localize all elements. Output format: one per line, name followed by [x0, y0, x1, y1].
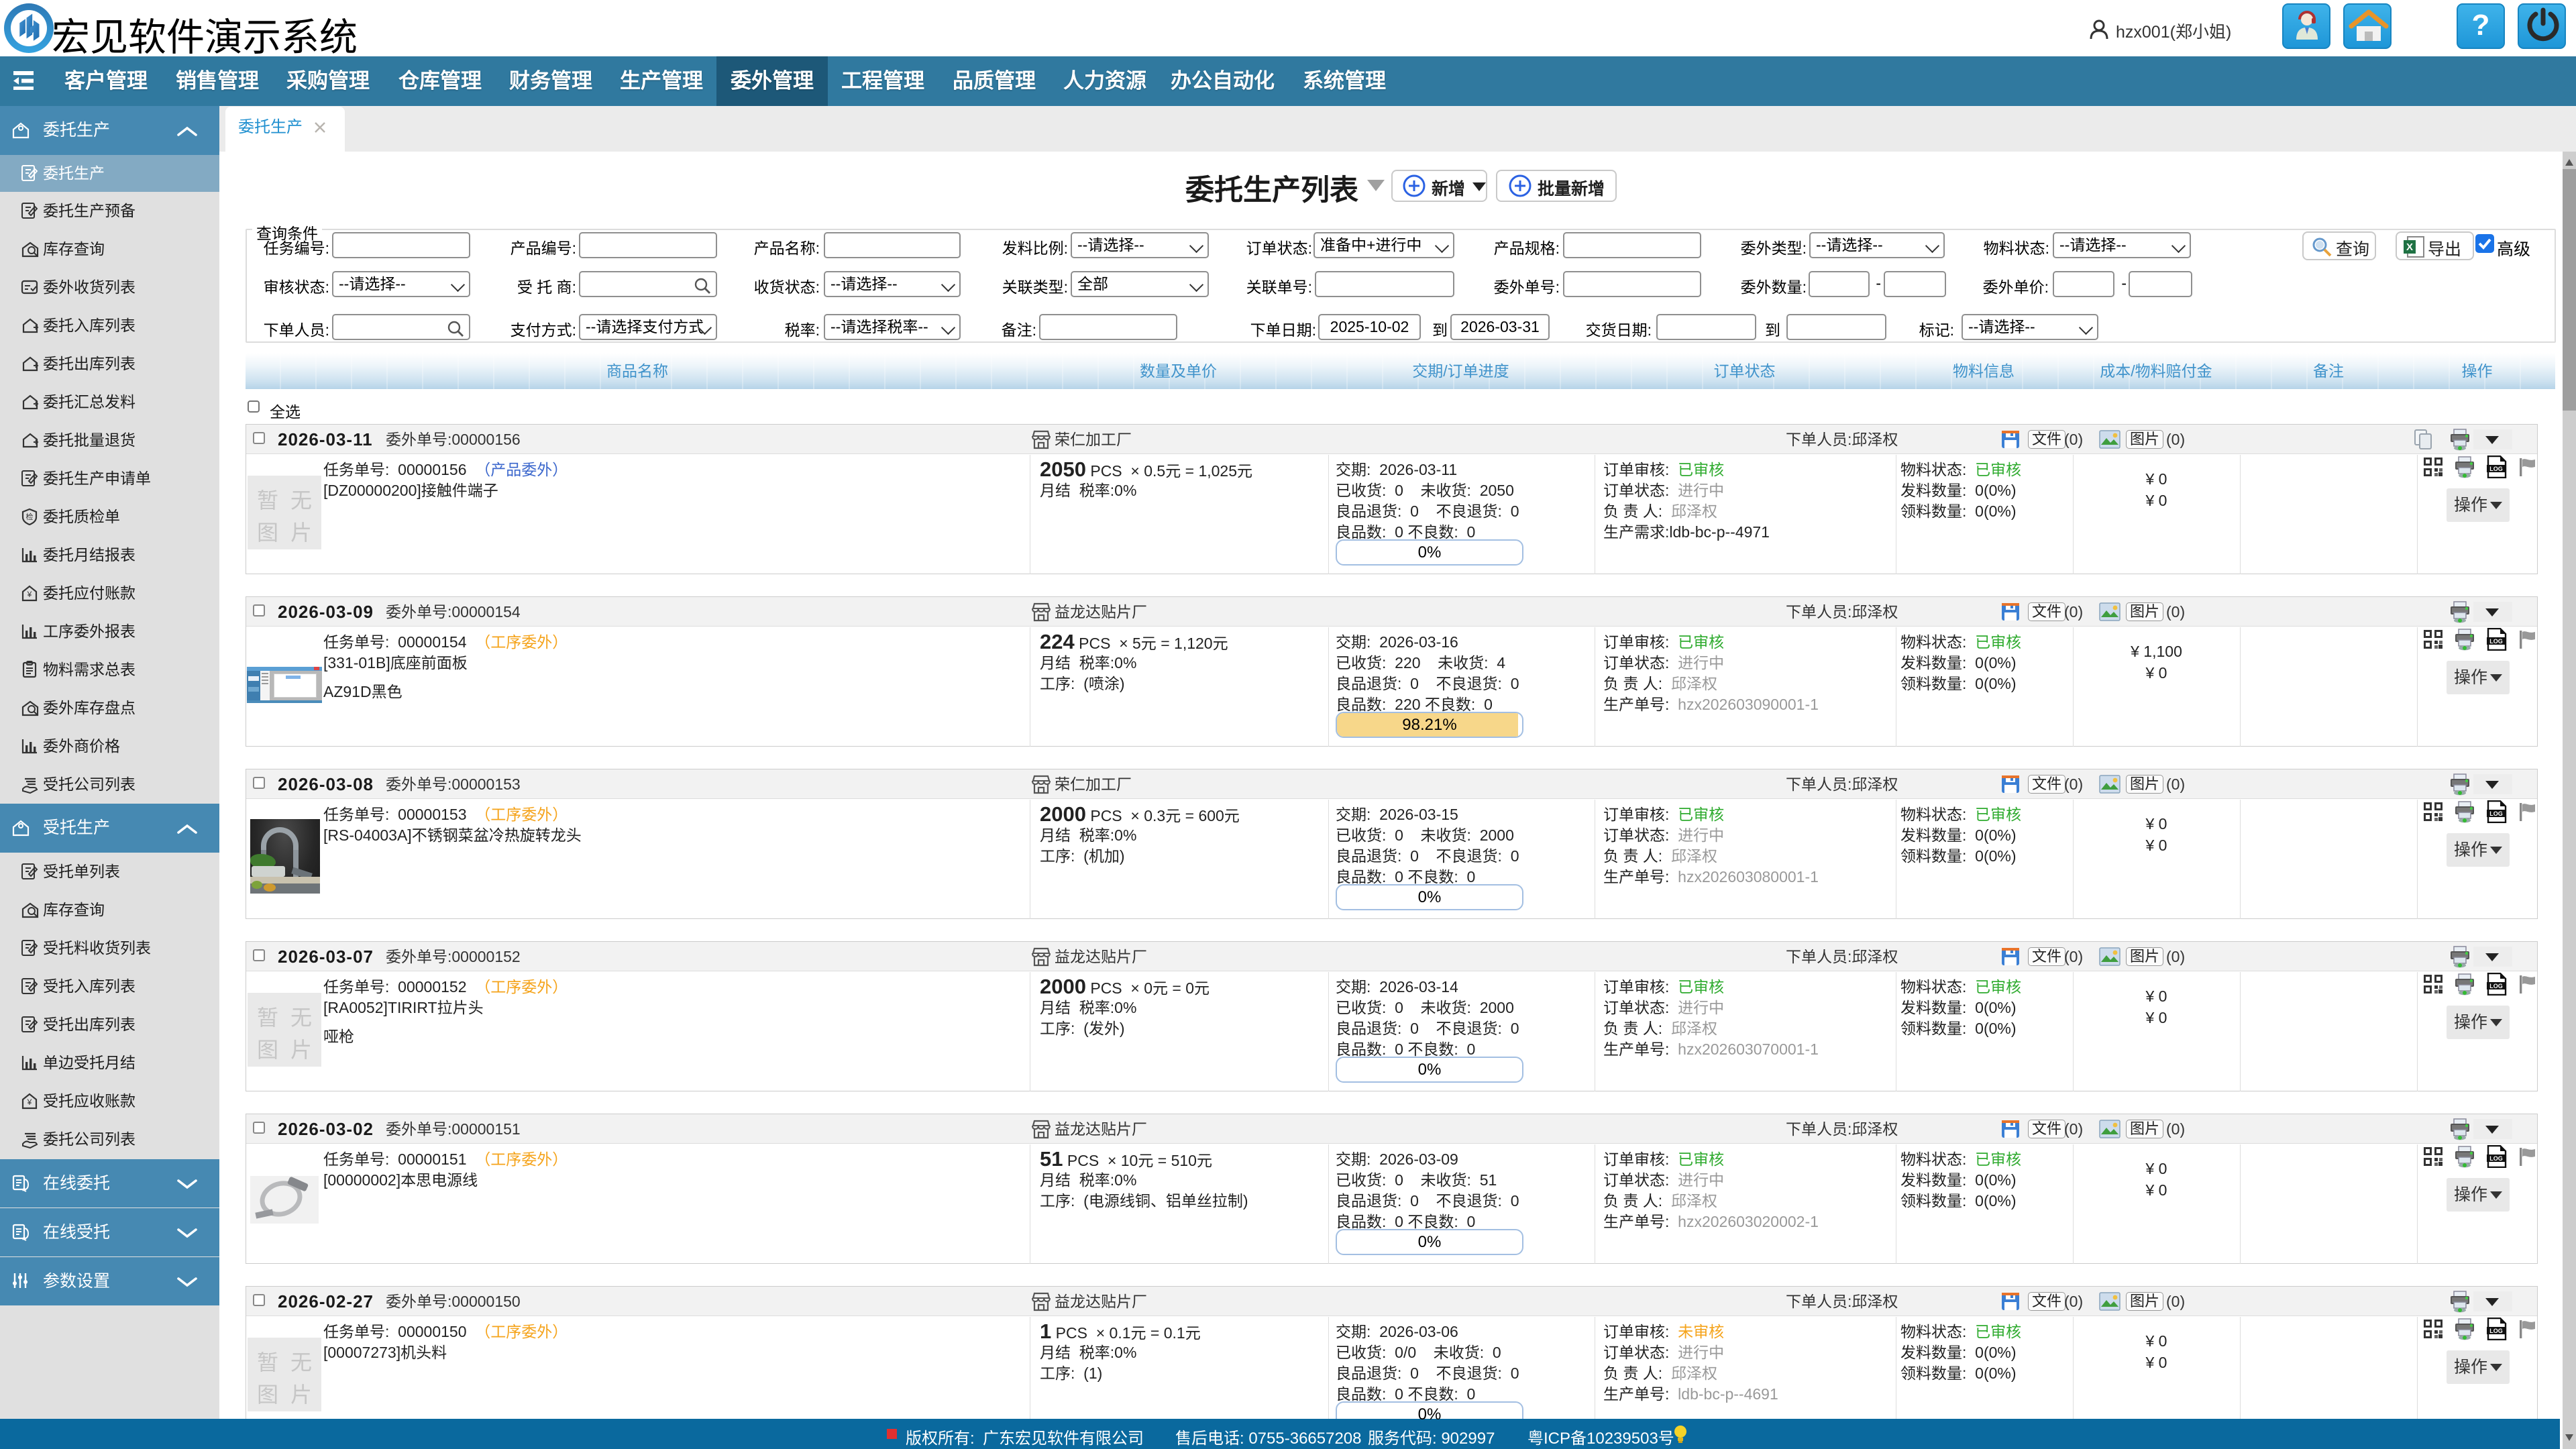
svg-text:LOG: LOG	[2489, 1328, 2503, 1334]
svg-text:检: 检	[26, 512, 34, 521]
svg-text:LOG: LOG	[2489, 466, 2503, 472]
svg-text:LOG: LOG	[2489, 638, 2503, 645]
svg-text:LOG: LOG	[2489, 810, 2503, 817]
svg-text:¥: ¥	[27, 1097, 32, 1107]
svg-text:LOG: LOG	[2489, 983, 2503, 989]
svg-text:LOG: LOG	[2489, 1155, 2503, 1162]
svg-text:¥: ¥	[27, 590, 32, 599]
svg-text:X: X	[2406, 241, 2413, 253]
